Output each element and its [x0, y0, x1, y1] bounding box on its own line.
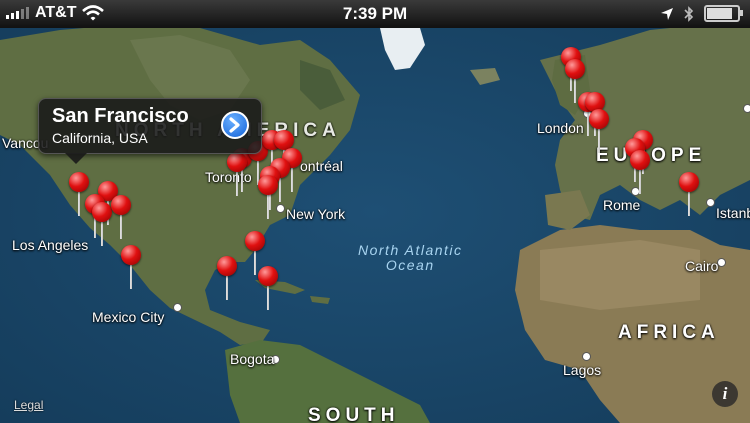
pin-head: [92, 202, 112, 222]
city-label-mexico-city: Mexico City: [92, 309, 165, 325]
city-dot-lagos: [582, 352, 591, 361]
pin-head: [111, 195, 131, 215]
status-bar: AT&T 7:39 PM: [0, 0, 750, 28]
pin-head: [217, 256, 237, 276]
ocean-label: North Atlantic Ocean: [358, 243, 463, 273]
pin-needle: [130, 263, 132, 289]
map-pin[interactable]: [227, 152, 247, 198]
pin-head: [679, 172, 699, 192]
region-label-south: SOUTH: [308, 405, 400, 423]
status-time: 7:39 PM: [342, 4, 408, 23]
city-label-lagos: Lagos: [563, 362, 602, 378]
location-arrow-icon: [661, 7, 673, 20]
pin-needle: [101, 220, 103, 246]
pin-head: [630, 150, 650, 170]
map-pin[interactable]: [111, 195, 131, 241]
pin-head: [121, 245, 141, 265]
pin-head: [589, 109, 609, 129]
pin-needle: [574, 77, 576, 103]
map-pin[interactable]: [630, 150, 650, 196]
city-label-montreal: ontréal: [300, 158, 343, 174]
city-label-new-york: New York: [286, 206, 346, 222]
city-label-los-angeles: Los Angeles: [12, 237, 89, 253]
map-view[interactable]: NORTH AMERICA EUROPE AFRICA SOUTH North …: [0, 0, 750, 423]
pin-head: [258, 175, 278, 195]
status-right: [660, 5, 743, 22]
info-icon[interactable]: i: [712, 381, 738, 407]
pin-needle: [688, 190, 690, 216]
pin-needle: [291, 166, 293, 192]
pin-head: [69, 172, 89, 192]
city-dot-east: [743, 104, 750, 113]
pin-callout[interactable]: San Francisco California, USA: [38, 98, 262, 164]
pin-head: [227, 152, 247, 172]
pin-needle: [254, 249, 256, 275]
city-dot-istanbul: [706, 198, 715, 207]
pin-head: [245, 231, 265, 251]
pin-needle: [226, 274, 228, 300]
callout-disclosure-button[interactable]: [221, 111, 249, 139]
legal-link[interactable]: Legal: [14, 398, 43, 412]
pin-needle: [120, 213, 122, 239]
pin-head: [258, 266, 278, 286]
callout-title: San Francisco: [52, 105, 189, 127]
ocean-label-line1: North Atlantic: [358, 242, 463, 258]
pin-needle: [267, 193, 269, 219]
region-label-africa: AFRICA: [618, 322, 720, 343]
pin-needle: [639, 168, 641, 194]
pin-needle: [236, 170, 238, 196]
map-pin[interactable]: [92, 202, 112, 248]
bluetooth-icon: [684, 5, 694, 22]
map-pin[interactable]: [217, 256, 237, 302]
city-label-cairo: Cairo: [685, 258, 719, 274]
pin-needle: [267, 284, 269, 310]
map-pin[interactable]: [258, 175, 278, 221]
map-pin[interactable]: [679, 172, 699, 218]
pin-head: [565, 59, 585, 79]
city-label-rome: Rome: [603, 197, 641, 213]
chevron-right-icon: [229, 117, 240, 133]
ocean-label-line2: Ocean: [385, 257, 435, 273]
city-dot-mexico-city: [173, 303, 182, 312]
city-label-istanbul: Istanbu: [716, 205, 750, 221]
callout-subtitle: California, USA: [52, 130, 148, 146]
map-pin[interactable]: [258, 266, 278, 312]
city-label-london: London: [537, 120, 584, 136]
map-pin[interactable]: [589, 109, 609, 155]
battery-level: [707, 8, 732, 19]
city-label-bogota: Bogota: [230, 351, 275, 367]
pin-needle: [78, 190, 80, 216]
pin-needle: [598, 127, 600, 153]
callout-arrow: [65, 153, 87, 164]
map-pin[interactable]: [121, 245, 141, 291]
battery-icon: [704, 5, 743, 22]
pin-head: [274, 130, 294, 150]
